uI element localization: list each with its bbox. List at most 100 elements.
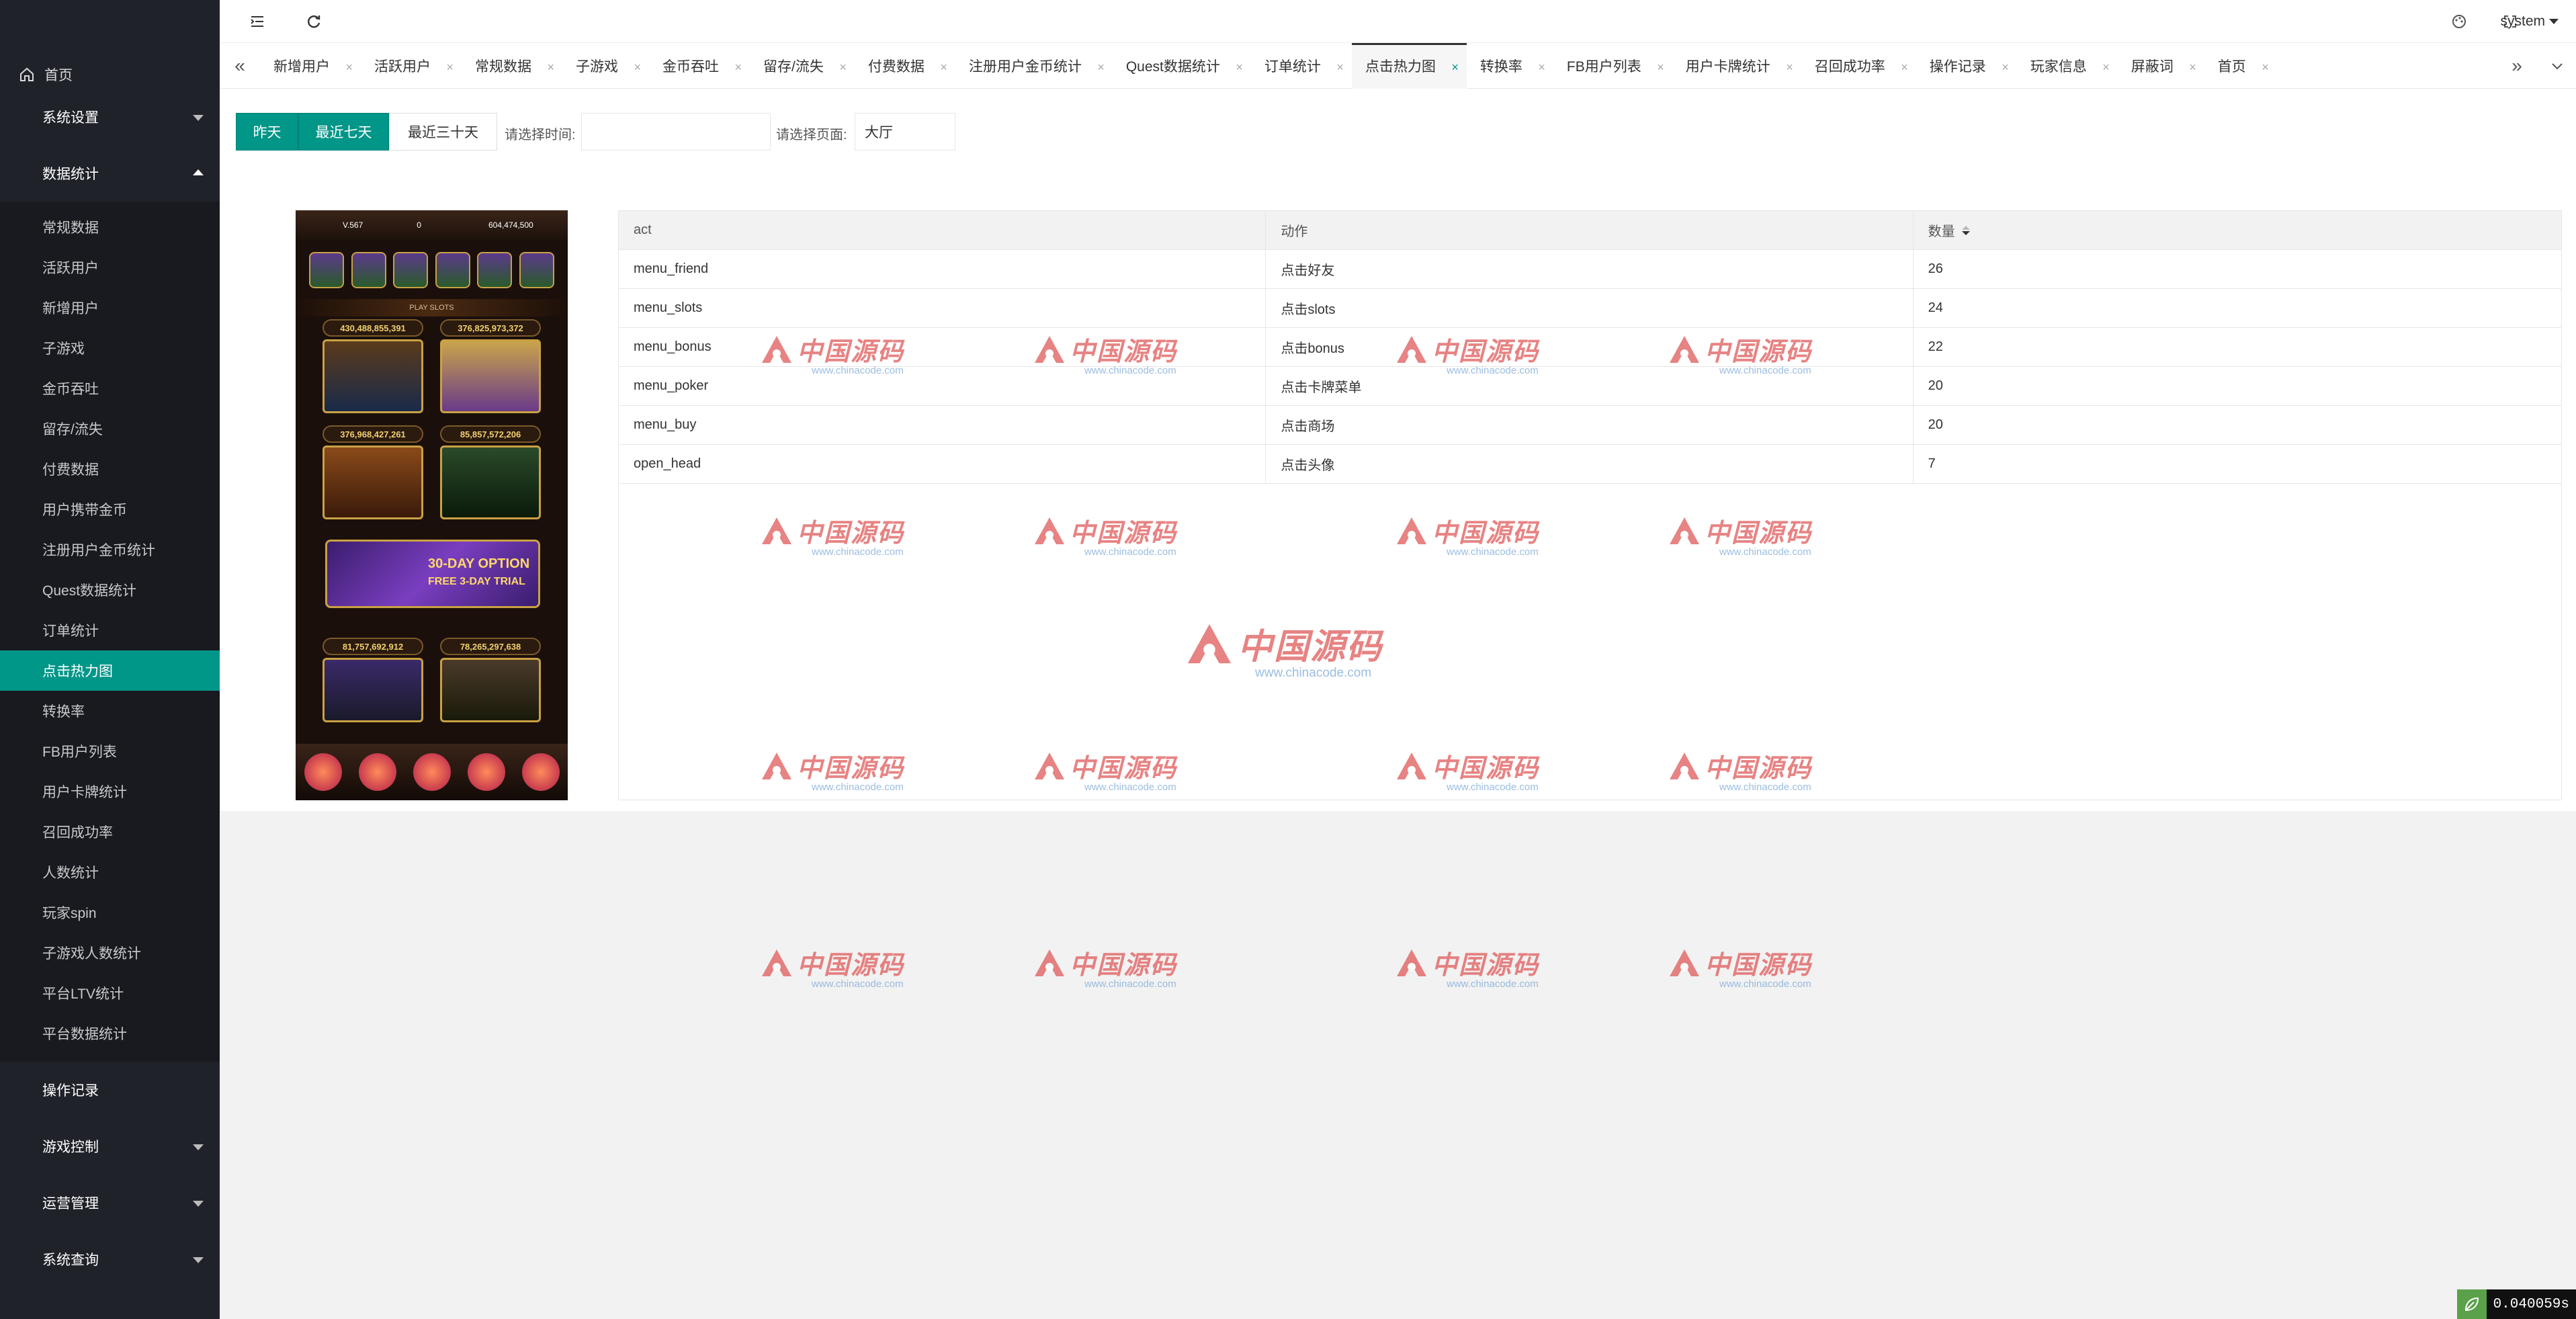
tab[interactable]: 操作记录 × <box>1916 43 2017 89</box>
close-icon[interactable]: × <box>446 60 454 75</box>
tab[interactable]: 活跃用户 × <box>361 43 462 89</box>
sidebar-item[interactable]: 人数统计 <box>0 852 220 892</box>
close-icon[interactable]: × <box>2002 60 2009 75</box>
column-header-act[interactable]: act <box>619 211 1266 249</box>
sidebar-logo-area <box>0 0 220 60</box>
tab[interactable]: 子游戏 × <box>562 43 649 89</box>
tab[interactable]: 用户卡牌统计 × <box>1672 43 1801 89</box>
sort-icon[interactable] <box>1961 225 1970 235</box>
close-icon[interactable]: × <box>839 60 847 75</box>
tab-scroll-left-icon[interactable]: « <box>228 54 252 78</box>
sidebar-item[interactable]: 转换率 <box>0 691 220 731</box>
table-header: act 动作 数量 <box>619 211 2561 250</box>
close-icon[interactable]: × <box>1336 60 1344 75</box>
sidebar-item[interactable]: 用户卡牌统计 <box>0 771 220 812</box>
tab[interactable]: 召回成功率 × <box>1801 43 1916 89</box>
close-icon[interactable]: × <box>1451 60 1459 75</box>
tab[interactable]: 订单统计 × <box>1251 43 1352 89</box>
sidebar-item[interactable]: 子游戏 <box>0 328 220 368</box>
time-label: 请选择时间: <box>505 128 576 142</box>
sidebar-item[interactable]: 新增用户 <box>0 288 220 328</box>
refresh-icon[interactable] <box>304 12 323 31</box>
jackpot-value: 430,488,855,391 <box>323 319 423 337</box>
table-cell: 22 <box>1928 339 1943 354</box>
sidebar-item[interactable]: FB用户列表 <box>0 731 220 771</box>
sidebar-item[interactable]: 点击热力图 <box>0 650 220 691</box>
table-row: menu_buy 点击商场 20 <box>619 406 2561 445</box>
close-icon[interactable]: × <box>2262 60 2269 75</box>
sidebar-item[interactable]: 活跃用户 <box>0 247 220 288</box>
sidebar-item-home[interactable]: 首页 <box>0 60 220 89</box>
watermark-text: 中国源码 <box>797 949 905 980</box>
tab[interactable]: FB用户列表 × <box>1553 43 1672 89</box>
sidebar-group-system-query[interactable]: 系统查询 <box>0 1231 220 1287</box>
close-icon[interactable]: × <box>1901 60 1908 75</box>
column-header-action[interactable]: 动作 <box>1266 211 1914 249</box>
tab-scroll-right-icon[interactable]: » <box>2505 54 2529 78</box>
sidebar-item[interactable]: 常规数据 <box>0 207 220 247</box>
close-icon[interactable]: × <box>1786 60 1793 75</box>
table-cell: 点击头像 <box>1266 445 1914 483</box>
sidebar-group-data-stats[interactable]: 数据统计 <box>0 145 220 202</box>
yesterday-button[interactable]: 昨天 <box>236 113 298 151</box>
sidebar-item[interactable]: 召回成功率 <box>0 812 220 852</box>
sidebar-item[interactable]: 子游戏人数统计 <box>0 933 220 973</box>
close-icon[interactable]: × <box>2102 60 2110 75</box>
sidebar-item[interactable]: 平台数据统计 <box>0 1013 220 1054</box>
tab[interactable]: 新增用户 × <box>260 43 361 89</box>
menu-fold-icon[interactable] <box>248 12 267 31</box>
tab-label: 玩家信息 <box>2030 59 2087 75</box>
tab[interactable]: 转换率 × <box>1467 43 1553 89</box>
game-menu-icon <box>351 252 386 288</box>
sidebar-item[interactable]: 注册用户金币统计 <box>0 529 220 570</box>
theme-icon[interactable] <box>2450 12 2468 31</box>
page-label: 请选择页面: <box>776 128 847 142</box>
close-icon[interactable]: × <box>734 60 742 75</box>
coin-count: 604,474,500 <box>488 220 533 230</box>
close-icon[interactable]: × <box>940 60 947 75</box>
sidebar-group-operations[interactable]: 运营管理 <box>0 1175 220 1231</box>
sidebar-item[interactable]: 用户携带金币 <box>0 489 220 529</box>
tab[interactable]: Quest数据统计 × <box>1113 43 1251 89</box>
sidebar-item[interactable]: 金币吞吐 <box>0 368 220 409</box>
user-menu[interactable]: system <box>2500 13 2559 30</box>
last-30-days-button[interactable]: 最近三十天 <box>389 113 497 151</box>
sidebar-item[interactable]: 付费数据 <box>0 449 220 489</box>
column-header-count[interactable]: 数量 <box>1914 211 2561 249</box>
sidebar-group-operation-log[interactable]: 操作记录 <box>0 1062 220 1118</box>
close-icon[interactable]: × <box>345 60 353 75</box>
chevron-down-icon <box>193 1144 204 1150</box>
tab[interactable]: 留存/流失 × <box>750 43 855 89</box>
close-icon[interactable]: × <box>2189 60 2196 75</box>
bottom-nav-icon <box>467 753 505 791</box>
tab[interactable]: 点击热力图 × <box>1351 43 1467 89</box>
tab[interactable]: 常规数据 × <box>462 43 562 89</box>
tab-more-icon[interactable] <box>2545 54 2569 78</box>
close-icon[interactable]: × <box>1236 60 1243 75</box>
sidebar-item[interactable]: 玩家spin <box>0 892 220 933</box>
tab-bar: « 新增用户 × 活跃用户 × 常规数据 × 子游戏 × 金币吞吐 × 留存/流失 × 付费数据 × 注册用… <box>220 43 2576 89</box>
sidebar-item[interactable]: 订单统计 <box>0 610 220 650</box>
sidebar-item[interactable]: Quest数据统计 <box>0 570 220 610</box>
tab[interactable]: 注册用户金币统计 × <box>955 43 1113 89</box>
close-icon[interactable]: × <box>547 60 554 75</box>
close-icon[interactable]: × <box>1657 60 1664 75</box>
time-input[interactable] <box>581 113 771 151</box>
close-icon[interactable]: × <box>634 60 641 75</box>
sidebar-item[interactable]: 留存/流失 <box>0 409 220 449</box>
tab[interactable]: 首页 × <box>2204 43 2277 89</box>
last-7-days-button[interactable]: 最近七天 <box>298 113 389 151</box>
close-icon[interactable]: × <box>1538 60 1545 75</box>
tab[interactable]: 金币吞吐 × <box>649 43 750 89</box>
tab[interactable]: 玩家信息 × <box>2017 43 2118 89</box>
watermark-url: www.chinacode.com <box>812 978 904 990</box>
sidebar-group-system-settings[interactable]: 系统设置 <box>0 89 220 145</box>
watermark-text: 中国源码 <box>1705 949 1813 980</box>
chevron-down-icon <box>193 115 204 121</box>
sidebar-item[interactable]: 平台LTV统计 <box>0 973 220 1013</box>
tab[interactable]: 屏蔽词 × <box>2118 43 2204 89</box>
sidebar-group-game-control[interactable]: 游戏控制 <box>0 1118 220 1175</box>
tab[interactable]: 付费数据 × <box>855 43 955 89</box>
page-select[interactable]: 大厅 <box>855 113 955 151</box>
close-icon[interactable]: × <box>1097 60 1105 75</box>
